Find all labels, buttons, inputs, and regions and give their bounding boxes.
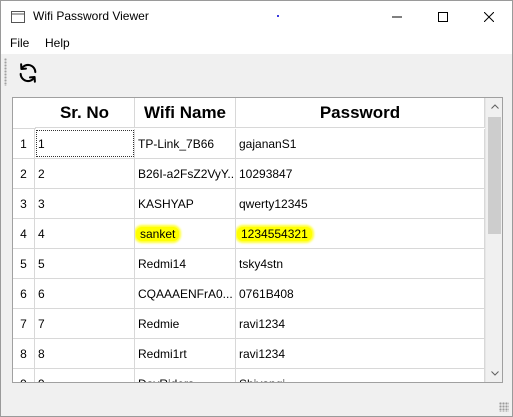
cell-sr-no[interactable]: 9	[35, 369, 135, 382]
toolbar	[1, 54, 512, 90]
stray-dot	[277, 15, 279, 17]
column-header-sr-no[interactable]: Sr. No	[35, 98, 135, 128]
maximize-icon	[438, 11, 448, 22]
cell-wifi-name[interactable]: Redmi14	[135, 249, 236, 278]
table-row[interactable]: 5 5 Redmi14 tsky4stn	[13, 249, 485, 279]
cell-password[interactable]: ravi1234	[236, 309, 485, 338]
cell-sr-no[interactable]: 8	[35, 339, 135, 368]
cell-sr-no[interactable]: 5	[35, 249, 135, 278]
row-header[interactable]: 7	[13, 309, 35, 338]
table-row[interactable]: 9 9 DayRiders Shivangi	[13, 369, 485, 382]
row-header[interactable]: 9	[13, 369, 35, 382]
row-header[interactable]: 8	[13, 339, 35, 368]
table-row[interactable]: 6 6 CQAAAENFrA0... 0761B408	[13, 279, 485, 309]
chevron-up-icon	[490, 104, 499, 109]
row-header[interactable]: 2	[13, 159, 35, 188]
resize-grip[interactable]	[499, 402, 509, 412]
menu-help[interactable]: Help	[45, 36, 70, 50]
cell-password[interactable]: gajananS1	[236, 129, 485, 158]
minimize-button[interactable]	[374, 1, 420, 32]
highlighted-wifi-name: sanket	[136, 226, 180, 241]
row-header[interactable]: 1	[13, 129, 35, 158]
table-row[interactable]: 7 7 Redmie ravi1234	[13, 309, 485, 339]
wifi-table[interactable]: Sr. No Wifi Name Password 1 1 TP-Link_7B…	[12, 97, 503, 383]
cell-sr-no[interactable]: 3	[35, 189, 135, 218]
cell-password[interactable]: 1234554321	[236, 219, 485, 248]
cell-wifi-name[interactable]: TP-Link_7B66	[135, 129, 236, 158]
cell-password[interactable]: tsky4stn	[236, 249, 485, 278]
highlighted-password: 1234554321	[237, 226, 312, 241]
cell-sr-no[interactable]: 4	[35, 219, 135, 248]
cell-wifi-name[interactable]: sanket	[135, 219, 236, 248]
cell-password[interactable]: Shivangi	[236, 369, 485, 382]
table-corner-button[interactable]	[13, 98, 36, 129]
table-row[interactable]: 3 3 KASHYAP qwerty12345	[13, 189, 485, 219]
menu-file[interactable]: File	[10, 36, 29, 50]
chevron-down-icon	[490, 371, 499, 376]
row-header[interactable]: 4	[13, 219, 35, 248]
app-icon	[11, 11, 25, 23]
toolbar-grip[interactable]	[4, 58, 7, 86]
cell-sr-no[interactable]: 7	[35, 309, 135, 338]
menu-bar: File Help	[1, 32, 512, 54]
refresh-icon	[19, 63, 37, 83]
cell-password[interactable]: 0761B408	[236, 279, 485, 308]
status-bar	[1, 393, 512, 415]
title-bar[interactable]: Wifi Password Viewer	[1, 1, 512, 32]
close-button[interactable]	[466, 1, 512, 32]
cell-wifi-name[interactable]: Redmi1rt	[135, 339, 236, 368]
cell-password[interactable]: ravi1234	[236, 339, 485, 368]
close-icon	[484, 11, 494, 22]
cell-sr-no[interactable]: 2	[35, 159, 135, 188]
column-header-wifi-name[interactable]: Wifi Name	[135, 98, 236, 128]
scroll-up-button[interactable]	[486, 98, 502, 115]
table-body: 1 1 TP-Link_7B66 gajananS1 2 2 B26I-a2Fs…	[13, 129, 485, 382]
app-window: Wifi Password Viewer File Help Sr. No Wi…	[0, 0, 513, 417]
column-header-password[interactable]: Password	[236, 98, 485, 128]
cell-password[interactable]: qwerty12345	[236, 189, 485, 218]
cell-sr-no[interactable]: 6	[35, 279, 135, 308]
refresh-button[interactable]	[14, 59, 42, 87]
table-row[interactable]: 8 8 Redmi1rt ravi1234	[13, 339, 485, 369]
cell-wifi-name[interactable]: DayRiders	[135, 369, 236, 382]
cell-password[interactable]: 10293847	[236, 159, 485, 188]
table-row[interactable]: 4 4 sanket 1234554321	[13, 219, 485, 249]
table-row[interactable]: 1 1 TP-Link_7B66 gajananS1	[13, 129, 485, 159]
cell-wifi-name[interactable]: Redmie	[135, 309, 236, 338]
vertical-scrollbar[interactable]	[485, 98, 502, 382]
row-header[interactable]: 3	[13, 189, 35, 218]
scroll-down-button[interactable]	[486, 365, 502, 382]
minimize-icon	[392, 16, 402, 17]
table-row[interactable]: 2 2 B26I-a2FsZ2VyY... 10293847	[13, 159, 485, 189]
row-header[interactable]: 6	[13, 279, 35, 308]
scrollbar-thumb[interactable]	[488, 117, 501, 234]
cell-wifi-name[interactable]: CQAAAENFrA0...	[135, 279, 236, 308]
window-title: Wifi Password Viewer	[33, 9, 149, 23]
maximize-button[interactable]	[420, 1, 466, 32]
row-header[interactable]: 5	[13, 249, 35, 278]
cell-wifi-name[interactable]: B26I-a2FsZ2VyY...	[135, 159, 236, 188]
cell-wifi-name[interactable]: KASHYAP	[135, 189, 236, 218]
cell-sr-no[interactable]: 1	[35, 129, 135, 158]
